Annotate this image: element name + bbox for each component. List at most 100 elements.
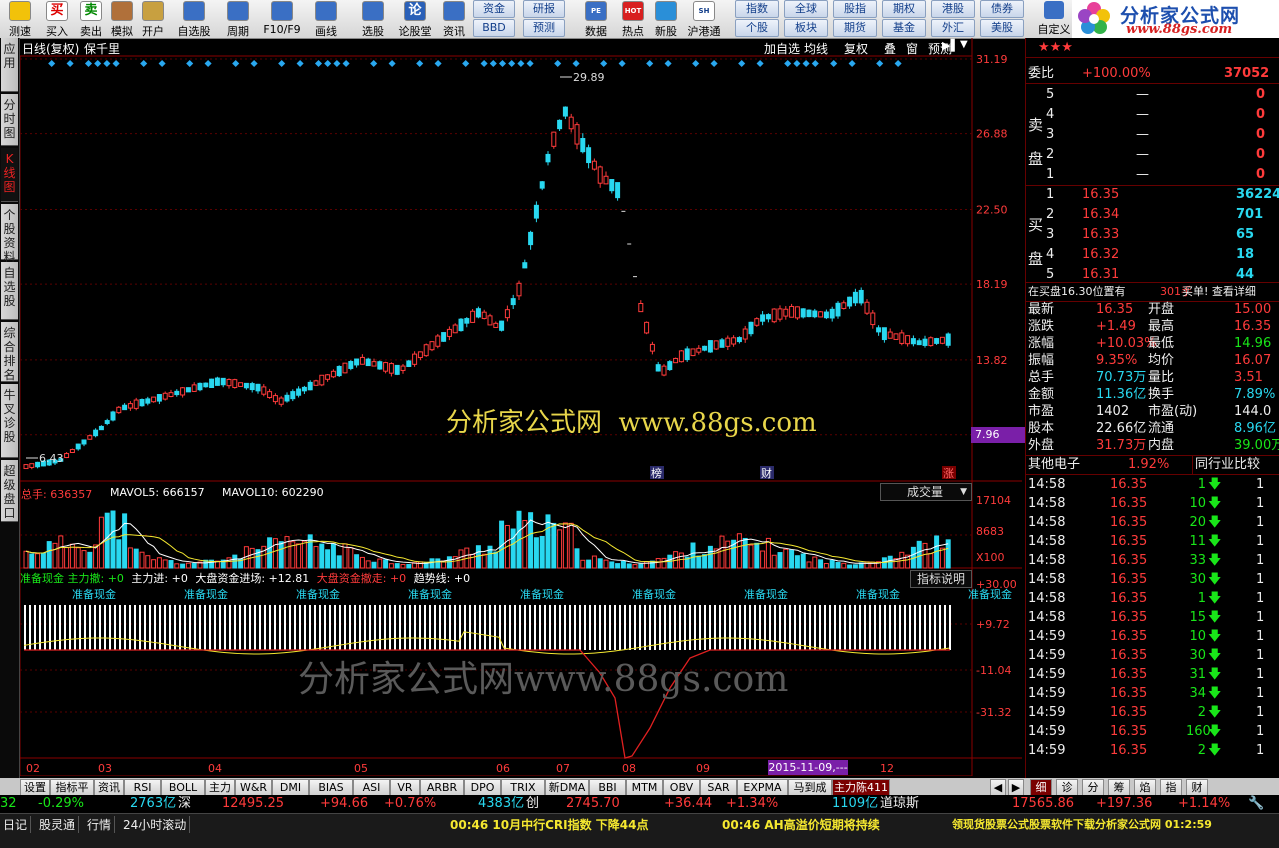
left-tab-5[interactable]: 综合排名 (1, 322, 18, 382)
left-tab-0[interactable]: 应用 (1, 38, 18, 92)
news-item-2[interactable]: 00:46 AH高溢价短期将持续 (722, 816, 880, 833)
status-button-0[interactable]: 日记 (0, 816, 32, 833)
toolbar-button-5[interactable]: 自选股 (174, 0, 214, 38)
tick-count: 1 (1256, 591, 1265, 606)
indicator-tab-20[interactable]: 马到成功 (788, 779, 832, 809)
indicator-tab-12[interactable]: DPO (464, 779, 501, 796)
left-tab-4[interactable]: 自选股 (1, 262, 18, 320)
stat-value: 9.35% (1096, 353, 1138, 368)
indicator-tab-17[interactable]: OBV (663, 779, 700, 796)
toolbar-button-沪港通[interactable]: SH HKE沪港通 (686, 0, 722, 38)
indicator-tab-18[interactable]: SAR (700, 779, 737, 796)
right-tab-6[interactable]: 财 (1186, 779, 1208, 796)
buy-button[interactable]: 买买入 (42, 0, 72, 38)
toolbar-button-新股[interactable]: 新股 (648, 0, 684, 38)
market-button-1[interactable]: 全球 (784, 0, 828, 18)
toolbar-button-热点[interactable]: HOT 热点 (615, 0, 651, 38)
indicator-tab-19[interactable]: EXPMA (737, 779, 788, 796)
indicator-tab-16[interactable]: MTM (626, 779, 663, 796)
market-button-11[interactable]: 美股 (980, 19, 1024, 37)
toolbar-button-数据[interactable]: PE 数据 (578, 0, 614, 38)
indicator-tab-6[interactable]: W&R (235, 779, 272, 796)
indicator-tab-8[interactable]: BIAS (309, 779, 353, 796)
ticker-tag-2[interactable]: 道琼斯 (880, 795, 919, 813)
volume-bar (110, 510, 116, 569)
left-tab-2[interactable]: K线图 (1, 148, 18, 202)
indicator-tab-4[interactable]: BOLL (161, 779, 205, 796)
toolbar-button-4[interactable]: 开户 (138, 0, 168, 38)
indicator-tab-14[interactable]: 新DMA (545, 779, 589, 796)
custom-button[interactable]: 自定义 (1036, 0, 1072, 38)
right-tab-2[interactable]: 分 (1082, 779, 1104, 796)
left-tab-3[interactable]: 个股资料 (1, 204, 18, 264)
indicator-tab-13[interactable]: TRIX (501, 779, 545, 796)
market-button-3[interactable]: 期权 (882, 0, 926, 18)
ticker-tag-1[interactable]: 创 (526, 795, 539, 813)
volume-dropdown[interactable]: 成交量 ▼ (880, 483, 972, 501)
ticker-tag-0[interactable]: 深 (178, 795, 191, 813)
right-tab-1[interactable]: 诊 (1056, 779, 1078, 796)
indicator-tab-10[interactable]: VR (390, 779, 420, 796)
market-button-7[interactable]: 板块 (784, 19, 828, 37)
indicator-tab-9[interactable]: ASI (353, 779, 390, 796)
toolbar-button-11[interactable]: 资讯 (440, 0, 468, 38)
sell-level: 4 (1046, 107, 1055, 122)
indicator-bar (624, 605, 626, 650)
candle-body (139, 399, 145, 407)
ticker-amt-2: 1109亿 (832, 796, 879, 811)
left-tab-6[interactable]: 牛叉诊股 (1, 384, 18, 458)
indicator-tab-21[interactable]: 主力陈411 (832, 779, 890, 796)
right-tab-3[interactable]: 筹 (1108, 779, 1130, 796)
wrench-icon[interactable]: 🔧 (1248, 795, 1264, 813)
forecast-button[interactable]: 预测 (523, 19, 565, 37)
toolbar-button-3[interactable]: 模拟 (107, 0, 137, 38)
status-button-3[interactable]: 24小时滚动 (120, 816, 191, 833)
indicator-tab-0[interactable]: 设置 (20, 779, 50, 796)
indicator-explain-button[interactable]: 指标说明 (910, 570, 972, 588)
tick-volume: 10 (1189, 496, 1206, 511)
market-button-0[interactable]: 指数 (735, 0, 779, 18)
market-button-5[interactable]: 债券 (980, 0, 1024, 18)
tick-count: 1 (1256, 496, 1265, 511)
sell-button[interactable]: 卖卖出 (76, 0, 106, 38)
toolbar-button-8[interactable]: 画线 (308, 0, 344, 38)
market-button-10[interactable]: 外汇 (931, 19, 975, 37)
right-tab-4[interactable]: 焰 (1134, 779, 1156, 796)
stat-value-2: 14.96 (1234, 336, 1272, 351)
toolbar-button-7[interactable]: F10/F9 (262, 0, 302, 38)
toolbar-button-9[interactable]: 选股 (358, 0, 388, 38)
market-button-6[interactable]: 个股 (735, 19, 779, 37)
market-button-4[interactable]: 港股 (931, 0, 975, 18)
indicator-tab-2[interactable]: 资讯 (94, 779, 124, 796)
indicator-tab-3[interactable]: RSI (124, 779, 161, 796)
industry-compare-button[interactable]: 同行业比较 (1192, 456, 1260, 474)
left-tab-7[interactable]: 超级盘口 (1, 460, 18, 522)
market-button-2[interactable]: 股指 (833, 0, 877, 18)
right-tab-5[interactable]: 指 (1160, 779, 1182, 796)
bbd-button[interactable]: BBD (473, 19, 515, 37)
status-button-1[interactable]: 股灵通 (36, 816, 80, 833)
indicator-tab-15[interactable]: BBI (589, 779, 626, 796)
indicator-tab-5[interactable]: 主力 (205, 779, 235, 796)
toolbar-button-6[interactable]: 周期 (220, 0, 256, 38)
scroll-left-button[interactable]: ◀ (990, 779, 1006, 796)
toolbar-button-0[interactable]: 测速 (4, 0, 36, 38)
order-detail-link[interactable]: 买单! 查看详细 (1182, 283, 1256, 301)
candle-body (133, 399, 139, 409)
toolbar-button-10[interactable]: 论论股堂 (397, 0, 433, 38)
left-tab-1[interactable]: 分时图 (1, 94, 18, 146)
scroll-right-button[interactable]: ▶ (1008, 779, 1024, 796)
zone-label: 准备现金 (520, 587, 564, 601)
indicator-bar (29, 605, 31, 650)
indicator-tab-7[interactable]: DMI (272, 779, 309, 796)
capital-button[interactable]: 资金 (473, 0, 515, 18)
market-button-9[interactable]: 基金 (882, 19, 926, 37)
market-button-8[interactable]: 期货 (833, 19, 877, 37)
indicator-bar (809, 605, 811, 650)
status-button-2[interactable]: 行情 (84, 816, 116, 833)
indicator-tab-11[interactable]: ARBR (420, 779, 464, 796)
research-button[interactable]: 研报 (523, 0, 565, 18)
right-tab-0[interactable]: 细 (1030, 779, 1052, 796)
news-item-1[interactable]: 00:46 10月中行CRI指数 下降44点 (450, 816, 648, 833)
indicator-tab-1[interactable]: 指标平台 (50, 779, 94, 809)
